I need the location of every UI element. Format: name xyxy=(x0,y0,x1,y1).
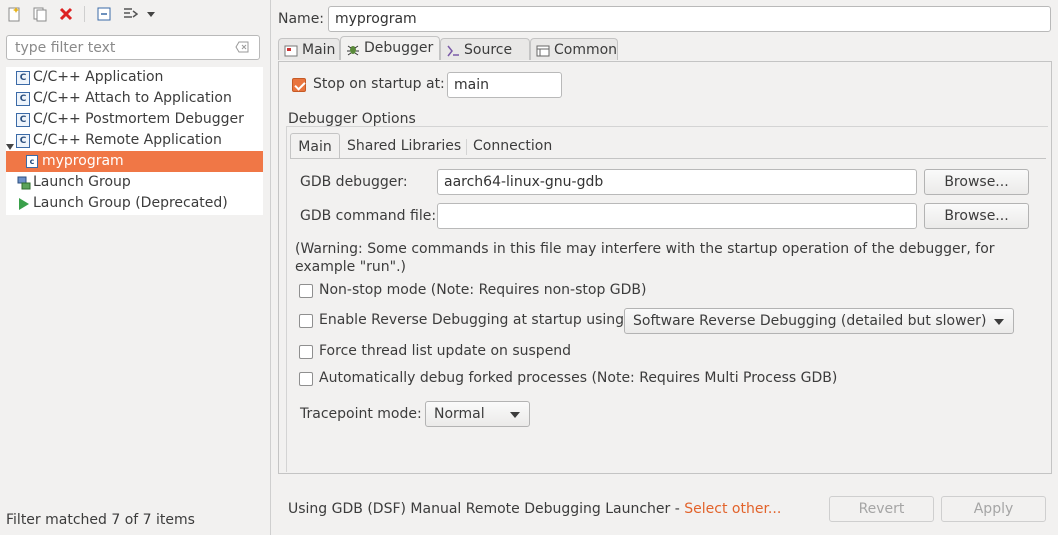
bug-icon xyxy=(346,41,360,56)
tree-item-c-cpp-application[interactable]: C C/C++ Application xyxy=(6,67,263,88)
tab-debugger[interactable]: Debugger xyxy=(340,36,440,60)
browse-label: Browse... xyxy=(944,174,1009,190)
config-editor-pane: Name: Main Debugger Source Common xyxy=(272,0,1058,535)
filter-configs-icon[interactable] xyxy=(120,4,140,24)
gdb-debugger-field[interactable] xyxy=(437,169,917,195)
tree-item-c-cpp-postmortem[interactable]: C C/C++ Postmortem Debugger xyxy=(6,109,263,130)
dropdown-arrow-icon xyxy=(994,319,1004,325)
apply-label: Apply xyxy=(973,501,1014,517)
source-icon xyxy=(446,43,460,57)
duplicate-config-icon[interactable] xyxy=(30,4,50,24)
stop-on-startup-checkbox[interactable] xyxy=(292,78,306,92)
tab-common[interactable]: Common xyxy=(530,38,618,60)
toolbar-separator xyxy=(84,6,85,22)
tree-item-myprogram[interactable]: c myprogram xyxy=(6,151,263,172)
revert-button[interactable]: Revert xyxy=(829,496,934,522)
tab-label: Main xyxy=(302,42,336,58)
reverse-debugging-select[interactable]: Software Reverse Debugging (detailed but… xyxy=(624,308,1014,334)
stop-on-startup-field[interactable] xyxy=(447,72,562,98)
new-config-icon[interactable] xyxy=(4,4,24,24)
filter-input[interactable] xyxy=(13,36,227,60)
non-stop-mode-checkbox[interactable] xyxy=(299,284,313,298)
dropdown-arrow-icon xyxy=(510,412,520,418)
browse-label: Browse... xyxy=(944,208,1009,224)
tracepoint-mode-label: Tracepoint mode: xyxy=(300,406,422,422)
tree-item-label: C/C++ Remote Application xyxy=(33,132,222,148)
launch-config-tree: C C/C++ Application C C/C++ Attach to Ap… xyxy=(6,67,263,215)
apply-button[interactable]: Apply xyxy=(941,496,1046,522)
reverse-debugging-checkbox[interactable] xyxy=(299,314,313,328)
debugger-options-title: Debugger Options xyxy=(288,111,416,127)
tab-label: Debugger xyxy=(364,40,434,56)
tree-item-launch-group[interactable]: Launch Group xyxy=(6,172,263,193)
c-app-icon: C xyxy=(16,113,30,127)
c-file-icon: c xyxy=(26,155,38,168)
c-app-icon: C xyxy=(16,71,30,85)
command-file-warning: (Warning: Some commands in this file may… xyxy=(295,241,995,275)
revert-label: Revert xyxy=(858,501,905,517)
run-icon xyxy=(17,197,31,218)
c-app-icon: C xyxy=(16,134,30,148)
tab-label: Source xyxy=(464,42,513,58)
gdb-command-file-field[interactable] xyxy=(437,203,917,229)
launcher-info: Using GDB (DSF) Manual Remote Debugging … xyxy=(288,501,781,517)
force-thread-update-checkbox[interactable] xyxy=(299,345,313,359)
tab-label: Common xyxy=(554,42,618,58)
subtab-main[interactable]: Main xyxy=(290,133,340,159)
tree-item-c-cpp-attach[interactable]: C C/C++ Attach to Application xyxy=(6,88,263,109)
browse-gdb-command-button[interactable]: Browse... xyxy=(924,203,1029,229)
collapse-all-icon[interactable] xyxy=(94,4,114,24)
view-menu-icon[interactable] xyxy=(142,4,160,24)
filter-field[interactable] xyxy=(6,35,260,60)
reverse-debugging-label: Enable Reverse Debugging at startup usin… xyxy=(319,312,629,328)
auto-debug-forked-label: Automatically debug forked processes (No… xyxy=(319,370,838,386)
tree-item-label: C/C++ Attach to Application xyxy=(33,90,232,106)
reverse-debugging-value: Software Reverse Debugging (detailed but… xyxy=(633,313,987,329)
filter-status: Filter matched 7 of 7 items xyxy=(6,512,195,528)
subtab-separator xyxy=(466,139,467,155)
non-stop-mode-label: Non-stop mode (Note: Requires non-stop G… xyxy=(319,282,647,298)
subtab-shared-libraries[interactable]: Shared Libraries xyxy=(347,133,461,159)
subtab-connection[interactable]: Connection xyxy=(473,133,552,159)
browse-gdb-debugger-button[interactable]: Browse... xyxy=(924,169,1029,195)
launch-config-list-pane: C C/C++ Application C C/C++ Attach to Ap… xyxy=(0,0,271,535)
name-label: Name: xyxy=(278,11,325,27)
tracepoint-mode-value: Normal xyxy=(434,406,485,422)
tab-source[interactable]: Source xyxy=(440,38,530,60)
tree-item-label: Launch Group xyxy=(33,174,131,190)
main-tab-icon xyxy=(284,43,298,57)
delete-config-icon[interactable] xyxy=(56,4,76,24)
tree-item-label: myprogram xyxy=(42,153,124,169)
tree-item-label: C/C++ Application xyxy=(33,69,164,85)
select-other-link[interactable]: Select other... xyxy=(684,501,781,517)
gdb-command-file-label: GDB command file: xyxy=(300,208,437,224)
force-thread-update-label: Force thread list update on suspend xyxy=(319,343,572,359)
common-icon xyxy=(536,43,550,57)
tree-item-label: Launch Group (Deprecated) xyxy=(33,195,228,211)
tree-item-c-cpp-remote[interactable]: C C/C++ Remote Application xyxy=(6,130,263,151)
c-app-icon: C xyxy=(16,92,30,106)
tree-item-label: C/C++ Postmortem Debugger xyxy=(33,111,244,127)
gdb-debugger-label: GDB debugger: xyxy=(300,174,408,190)
clear-filter-icon[interactable] xyxy=(235,41,249,53)
stop-on-startup-label: Stop on startup at: xyxy=(313,76,445,92)
tree-item-launch-group-deprecated[interactable]: Launch Group (Deprecated) xyxy=(6,193,263,214)
launcher-text: Using GDB (DSF) Manual Remote Debugging … xyxy=(288,501,685,517)
auto-debug-forked-checkbox[interactable] xyxy=(299,372,313,386)
tab-main[interactable]: Main xyxy=(278,38,340,60)
tracepoint-mode-select[interactable]: Normal xyxy=(425,401,530,427)
name-field[interactable] xyxy=(328,6,1051,32)
